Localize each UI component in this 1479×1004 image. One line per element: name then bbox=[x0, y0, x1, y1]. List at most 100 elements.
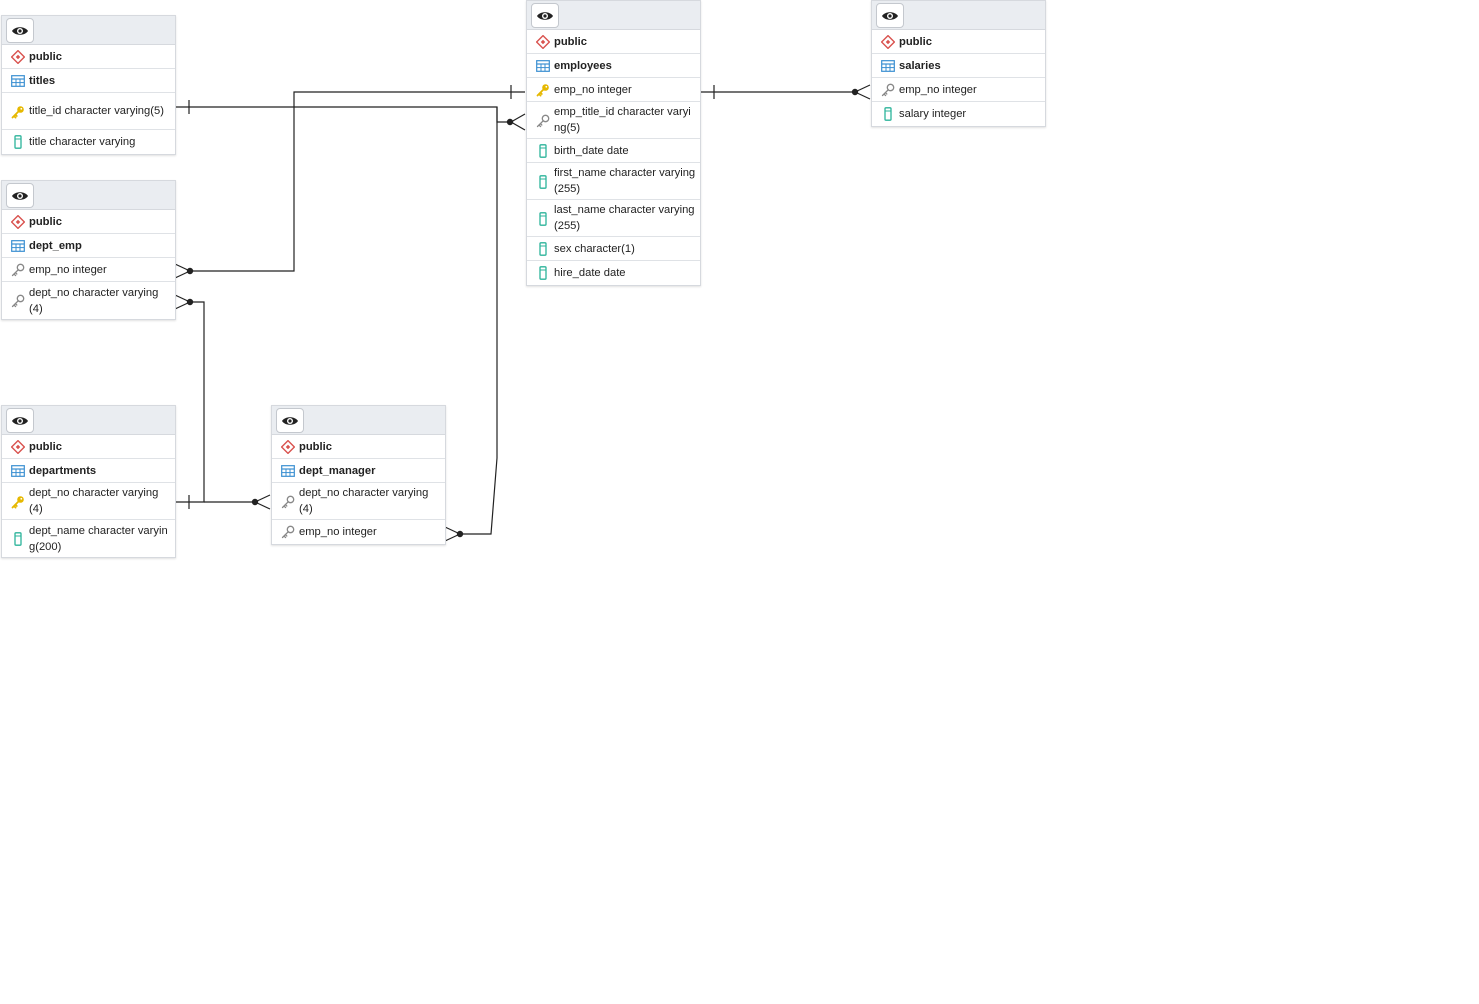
schema-row: public bbox=[2, 45, 175, 69]
foreign-key-icon bbox=[10, 293, 26, 309]
eye-icon[interactable] bbox=[276, 408, 304, 433]
column-row-sex[interactable]: sex character(1) bbox=[527, 237, 700, 261]
column-row-first-name[interactable]: first_name character varying(255) bbox=[527, 163, 700, 200]
table-node-titles[interactable]: public titles title_id character varying(5… bbox=[1, 15, 176, 155]
column-label: emp_no integer bbox=[554, 83, 632, 96]
link-titles-employees bbox=[175, 100, 526, 131]
table-icon bbox=[10, 73, 26, 89]
column-row-title[interactable]: title character varying bbox=[2, 130, 175, 154]
foreign-key-icon bbox=[535, 113, 551, 129]
column-label: dept_no character varying (4) bbox=[29, 487, 159, 515]
column-row-title-id[interactable]: title_id character varying(5) bbox=[2, 93, 175, 130]
table-icon bbox=[280, 463, 296, 479]
column-label: emp_no integer bbox=[899, 83, 977, 96]
column-icon bbox=[535, 143, 551, 159]
schema-icon bbox=[535, 34, 551, 50]
column-label: birth_date date bbox=[554, 144, 629, 157]
schema-name: public bbox=[554, 35, 587, 48]
table-node-employees[interactable]: public employees emp_no integer emp_title_i… bbox=[526, 0, 701, 286]
foreign-key-icon bbox=[880, 82, 896, 98]
table-name: dept_manager bbox=[299, 464, 376, 477]
schema-icon bbox=[880, 34, 896, 50]
schema-name: public bbox=[899, 35, 932, 48]
foreign-key-icon bbox=[280, 494, 296, 510]
column-row-hire-date[interactable]: hire_date date bbox=[527, 261, 700, 285]
schema-icon bbox=[280, 439, 296, 455]
table-icon bbox=[880, 58, 896, 74]
eye-icon[interactable] bbox=[6, 408, 34, 433]
table-header bbox=[527, 1, 700, 30]
column-row-emp-no[interactable]: emp_no integer bbox=[872, 78, 1045, 102]
column-label: salary integer bbox=[899, 108, 967, 120]
eye-icon[interactable] bbox=[876, 3, 904, 28]
schema-icon bbox=[10, 214, 26, 230]
eye-icon[interactable] bbox=[531, 3, 559, 28]
schema-row: public bbox=[527, 30, 700, 54]
schema-row: public bbox=[2, 210, 175, 234]
column-label: dept_name character varying(200) bbox=[29, 524, 168, 553]
table-node-departments[interactable]: public departments dept_no character varyi… bbox=[1, 405, 176, 558]
eye-icon[interactable] bbox=[6, 183, 34, 208]
table-node-dept-emp[interactable]: public dept_emp emp_no integer dept_no char… bbox=[1, 180, 176, 320]
schema-row: public bbox=[872, 30, 1045, 54]
column-row-last-name[interactable]: last_name character varying(255) bbox=[527, 200, 700, 237]
column-icon bbox=[10, 531, 26, 547]
foreign-key-icon bbox=[280, 524, 296, 540]
column-label: dept_no character varying (4) bbox=[29, 286, 159, 315]
table-name-row: dept_manager bbox=[272, 459, 445, 483]
foreign-key-icon bbox=[10, 262, 26, 278]
schema-icon bbox=[10, 49, 26, 65]
column-label: first_name character varying(255) bbox=[554, 167, 696, 195]
schema-row: public bbox=[2, 435, 175, 459]
column-row-salary[interactable]: salary integer bbox=[872, 102, 1045, 126]
link-departments-dept-manager bbox=[204, 494, 271, 510]
table-name: titles bbox=[29, 74, 56, 87]
table-name-row: employees bbox=[527, 54, 700, 78]
primary-key-icon bbox=[535, 82, 551, 98]
schema-name: public bbox=[29, 50, 62, 63]
column-label: emp_no integer bbox=[299, 526, 377, 538]
column-label: title_id character varying(5) bbox=[29, 105, 164, 117]
table-header bbox=[2, 406, 175, 435]
table-name: departments bbox=[29, 464, 97, 477]
column-row-emp-no[interactable]: emp_no integer bbox=[272, 520, 445, 544]
table-name-row: departments bbox=[2, 459, 175, 483]
column-icon bbox=[535, 265, 551, 281]
eye-icon[interactable] bbox=[6, 18, 34, 43]
schema-row: public bbox=[272, 435, 445, 459]
link-employees-salaries bbox=[699, 84, 871, 100]
column-icon bbox=[535, 174, 551, 190]
column-row-emp-no[interactable]: emp_no integer bbox=[527, 78, 700, 102]
column-icon bbox=[535, 241, 551, 257]
table-name: employees bbox=[554, 59, 612, 72]
column-label: sex character(1) bbox=[554, 242, 635, 255]
column-row-emp-no[interactable]: emp_no integer bbox=[2, 258, 175, 282]
table-name: dept_emp bbox=[29, 239, 82, 252]
column-row-dept-no[interactable]: dept_no character varying (4) bbox=[2, 282, 175, 319]
column-icon bbox=[535, 211, 551, 227]
column-label: last_name character varying(255) bbox=[554, 204, 695, 232]
table-header bbox=[2, 181, 175, 210]
table-name: salaries bbox=[899, 59, 941, 72]
schema-name: public bbox=[29, 440, 62, 453]
table-header bbox=[272, 406, 445, 435]
schema-name: public bbox=[299, 440, 332, 453]
column-label: emp_title_id character varying(5) bbox=[554, 106, 691, 134]
column-icon bbox=[880, 106, 896, 122]
link-employees-dept-emp bbox=[174, 85, 525, 279]
table-icon bbox=[10, 238, 26, 254]
column-row-emp-title-id[interactable]: emp_title_id character varying(5) bbox=[527, 102, 700, 139]
relationship-lines bbox=[174, 84, 871, 542]
column-row-dept-no[interactable]: dept_no character varying (4) bbox=[272, 483, 445, 520]
table-node-salaries[interactable]: public salaries emp_no integer salary integ… bbox=[871, 0, 1046, 127]
schema-name: public bbox=[29, 215, 62, 228]
link-employees-dept-manager bbox=[444, 107, 498, 542]
column-label: title character varying bbox=[29, 136, 136, 148]
table-node-dept-manager[interactable]: public dept_manager dept_no character vary… bbox=[271, 405, 446, 545]
table-header bbox=[2, 16, 175, 45]
primary-key-icon bbox=[10, 494, 26, 510]
column-row-dept-name[interactable]: dept_name character varying(200) bbox=[2, 520, 175, 557]
table-icon bbox=[535, 58, 551, 74]
column-row-birth-date[interactable]: birth_date date bbox=[527, 139, 700, 163]
column-row-dept-no[interactable]: dept_no character varying (4) bbox=[2, 483, 175, 520]
